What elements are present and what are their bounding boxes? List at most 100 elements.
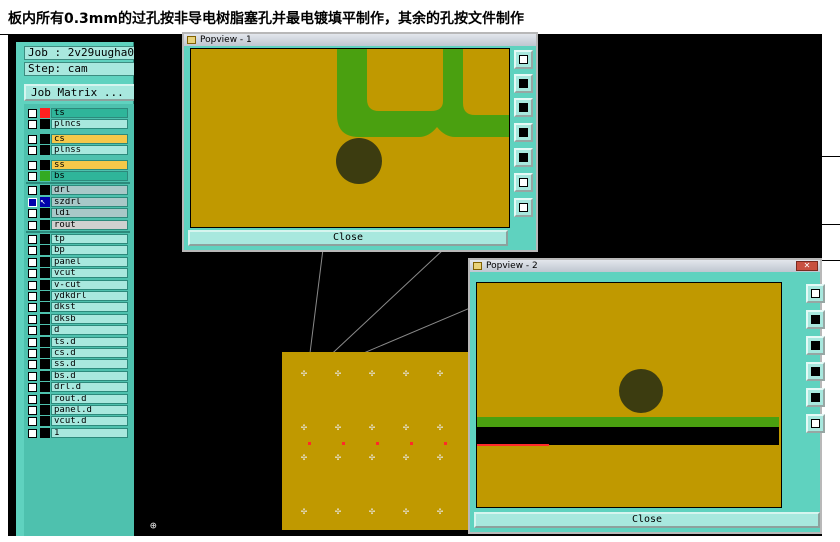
layer-checkbox[interactable] xyxy=(28,337,37,347)
layer-color-swatch xyxy=(40,359,50,370)
layer-row-1[interactable]: 1 xyxy=(26,427,132,439)
pan-left-icon[interactable] xyxy=(514,123,533,142)
layer-row-panel-d[interactable]: panel.d xyxy=(26,405,132,416)
layer-checkbox[interactable] xyxy=(28,349,37,358)
layer-color-swatch xyxy=(40,133,50,144)
layer-row-ldi[interactable]: ldi xyxy=(26,208,132,219)
layer-row-szdrl[interactable]: ↖ szdrl xyxy=(26,196,132,208)
layer-color-swatch xyxy=(40,279,50,290)
layer-checkbox[interactable] xyxy=(28,428,37,438)
layer-checkbox[interactable] xyxy=(28,109,37,118)
popview-1-title: Popview - 1 xyxy=(200,35,252,45)
layer-row-rout[interactable]: rout xyxy=(26,219,132,231)
layer-row-cs[interactable]: cs xyxy=(26,133,132,145)
pointer-arrow-icon: ↖ xyxy=(40,196,50,207)
layer-row-bs[interactable]: bs xyxy=(26,171,132,182)
zoom-in-icon[interactable] xyxy=(514,50,533,69)
zoom-out-icon[interactable] xyxy=(514,74,533,93)
layer-row-panel[interactable]: panel xyxy=(26,256,132,268)
layer-checkbox[interactable] xyxy=(28,146,37,156)
layer-name: tp xyxy=(51,234,128,244)
popview-2-canvas[interactable] xyxy=(476,282,782,508)
crosshair-icon[interactable] xyxy=(514,198,533,217)
layer-name: dkst xyxy=(51,302,128,313)
layer-checkbox[interactable] xyxy=(28,220,37,230)
layer-checkbox[interactable] xyxy=(28,209,37,219)
close-x-icon[interactable]: ✕ xyxy=(796,261,818,271)
pan-up-icon[interactable] xyxy=(806,336,825,355)
fit-icon[interactable] xyxy=(806,414,825,433)
popview-1-canvas[interactable] xyxy=(190,48,510,228)
layer-checkbox[interactable] xyxy=(28,172,37,181)
layer-checkbox[interactable] xyxy=(28,235,37,244)
layer-color-swatch xyxy=(40,219,50,230)
layer-row-ydkdrl[interactable]: ydkdrl xyxy=(26,291,132,302)
layer-row-drl[interactable]: drl xyxy=(26,185,132,196)
layer-row-rout-d[interactable]: rout.d xyxy=(26,393,132,405)
popview-2-window[interactable]: Popview - 2 ✕ Close xyxy=(468,258,825,534)
layer-checkbox[interactable] xyxy=(28,371,37,381)
layer-row-ss-d[interactable]: ss.d xyxy=(26,359,132,370)
popup-window-icon xyxy=(473,262,482,270)
layer-row-tp[interactable]: tp xyxy=(26,234,132,245)
zoom-in-icon[interactable] xyxy=(806,284,825,303)
layer-checkbox[interactable] xyxy=(28,394,37,404)
layer-checkbox[interactable] xyxy=(28,383,37,393)
layer-checkbox[interactable] xyxy=(28,186,37,196)
layer-row-bp[interactable]: bp xyxy=(26,245,132,256)
layer-checkbox[interactable] xyxy=(28,406,37,415)
layer-row-plncs[interactable]: plncs xyxy=(26,119,132,130)
layer-checkbox[interactable] xyxy=(28,257,37,267)
layer-checkbox[interactable] xyxy=(28,280,37,290)
layer-row-dksb[interactable]: dksb xyxy=(26,313,132,325)
layer-row-ts-d[interactable]: ts.d xyxy=(26,336,132,348)
layer-checkbox[interactable] xyxy=(28,292,37,301)
layer-checkbox[interactable] xyxy=(28,160,37,170)
layer-checkbox[interactable] xyxy=(28,246,37,256)
layer-color-swatch xyxy=(40,256,50,267)
layer-row-cs-d[interactable]: cs.d xyxy=(26,348,132,359)
drill-pad: ✣ xyxy=(300,422,308,433)
layer-checkbox[interactable] xyxy=(28,326,37,336)
layer-row-plnss[interactable]: plnss xyxy=(26,145,132,156)
drill-pad: ✣ xyxy=(368,452,376,463)
popview-1-close-button[interactable]: Close xyxy=(188,230,508,246)
drill-pad: ✣ xyxy=(368,506,376,517)
layer-checkbox[interactable] xyxy=(28,360,37,370)
layer-name: bp xyxy=(51,245,128,256)
popview-2-titlebar[interactable]: Popview - 2 ✕ xyxy=(470,260,820,272)
layer-row-v-cut[interactable]: v-cut xyxy=(26,279,132,291)
popview-1-window[interactable]: Popview - 1 Close xyxy=(182,32,538,252)
layer-color-swatch xyxy=(40,268,50,279)
job-matrix-button[interactable]: Job Matrix ... xyxy=(24,84,139,101)
pan-right-icon[interactable] xyxy=(514,148,533,167)
popview-1-titlebar[interactable]: Popview - 1 xyxy=(184,34,536,46)
layer-row-ss[interactable]: ss xyxy=(26,159,132,171)
popview-2-close-button[interactable]: Close xyxy=(474,512,820,528)
layer-checkbox[interactable] xyxy=(28,120,37,130)
layer-checkbox[interactable] xyxy=(28,197,37,207)
layer-name: panel xyxy=(51,256,128,267)
marked-via xyxy=(342,442,345,445)
zoom-out-icon[interactable] xyxy=(806,310,825,329)
layer-color-swatch xyxy=(40,427,50,438)
layer-name: ydkdrl xyxy=(51,291,128,301)
layer-checkbox[interactable] xyxy=(28,314,37,324)
layer-row-bs-d[interactable]: bs.d xyxy=(26,370,132,382)
marked-via xyxy=(376,442,379,445)
layer-checkbox[interactable] xyxy=(28,134,37,144)
pan-left-icon[interactable] xyxy=(806,362,825,381)
layer-row-drl-d[interactable]: drl.d xyxy=(26,382,132,393)
layer-color-swatch xyxy=(40,302,50,313)
pan-up-icon[interactable] xyxy=(514,98,533,117)
layer-checkbox[interactable] xyxy=(28,417,37,427)
pan-right-icon[interactable] xyxy=(806,388,825,407)
layer-row-vcut-d[interactable]: vcut.d xyxy=(26,416,132,427)
layer-row-ts[interactable]: ts xyxy=(26,108,132,119)
fit-icon[interactable] xyxy=(514,173,533,192)
layer-row-vcut[interactable]: vcut xyxy=(26,268,132,279)
layer-row-dkst[interactable]: dkst xyxy=(26,302,132,313)
layer-row-d[interactable]: d xyxy=(26,325,132,336)
layer-checkbox[interactable] xyxy=(28,269,37,279)
layer-checkbox[interactable] xyxy=(28,303,37,313)
